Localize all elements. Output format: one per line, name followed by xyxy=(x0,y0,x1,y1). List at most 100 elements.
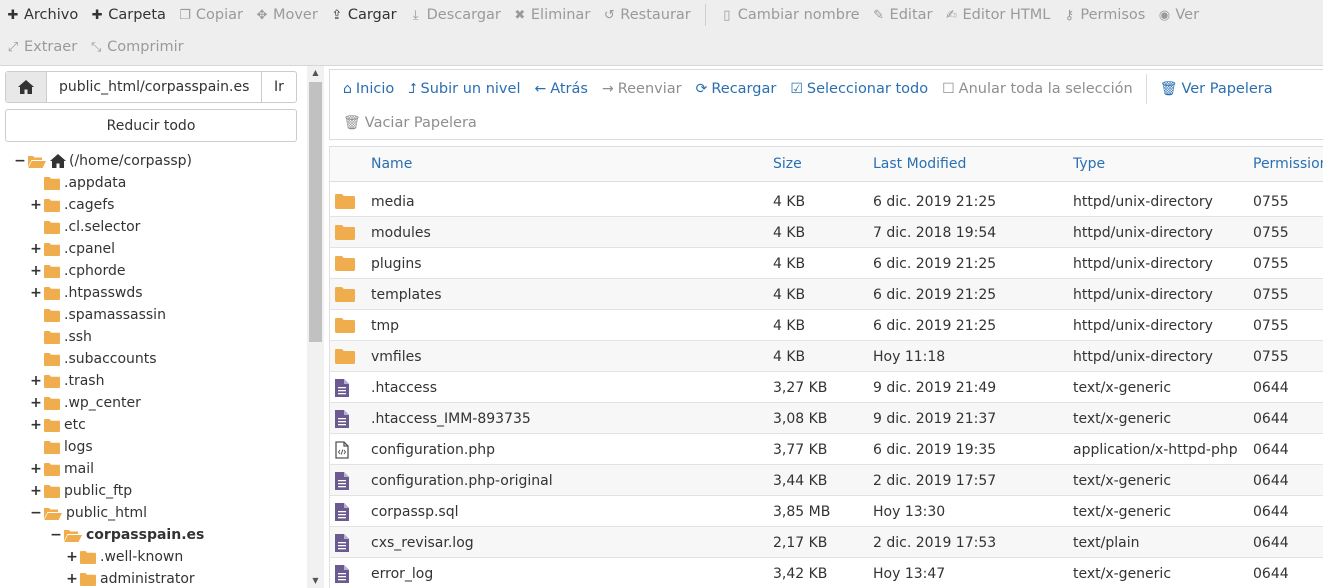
nav-button-anular-toda-la-selección[interactable]: ☐ Anular toda la selección xyxy=(935,76,1140,102)
cell-type: text/x-generic xyxy=(1073,503,1172,520)
tree-item[interactable]: + .cpanel xyxy=(30,238,115,260)
cell-modified: 9 dic. 2019 21:37 xyxy=(873,410,997,427)
nav-row-2: 🗑 Vaciar Papelera xyxy=(336,108,484,138)
toolbar-button-descargar[interactable]: ⤓ Descargar xyxy=(403,2,507,28)
toolbar-button-copiar[interactable]: ❐ Copiar xyxy=(172,2,249,28)
table-row[interactable]: plugins 4 KB 6 dic. 2019 21:25 httpd/unix-d… xyxy=(330,248,1323,279)
file-type-cell xyxy=(335,186,357,217)
toolbar-button-label: Editor HTML xyxy=(962,7,1051,23)
tree-item[interactable]: +logs xyxy=(30,436,93,458)
toolbar-button-editar[interactable]: ✎ Editar xyxy=(866,2,939,28)
expand-toggle-icon[interactable]: + xyxy=(30,197,42,213)
tree-scrollbar[interactable]: ▲ ▼ xyxy=(307,66,324,588)
toolbar-button-editor-html[interactable]: ✍ Editor HTML xyxy=(938,2,1056,28)
expand-toggle-icon[interactable]: + xyxy=(30,373,42,389)
toolbar-button-permisos[interactable]: ⚷ Permisos xyxy=(1056,2,1151,28)
nav-button-label: Vaciar Papelera xyxy=(364,115,477,131)
expand-toggle-icon[interactable]: + xyxy=(30,483,42,499)
expand-toggle-icon[interactable]: + xyxy=(66,549,78,565)
nav-button-seleccionar-todo[interactable]: ☑ Seleccionar todo xyxy=(783,76,935,102)
table-row[interactable]: .htaccess_IMM-893735 3,08 KB 9 dic. 2019 2… xyxy=(330,403,1323,434)
tree-item[interactable]: +.appdata xyxy=(30,172,126,194)
tree-item[interactable]: +.subaccounts xyxy=(30,348,157,370)
expand-toggle-icon[interactable]: + xyxy=(30,395,42,411)
tree-item[interactable]: + .htpasswds xyxy=(30,282,142,304)
tree-item[interactable]: + .cagefs xyxy=(30,194,114,216)
scrollbar-thumb[interactable] xyxy=(309,82,322,342)
scroll-down-arrow-icon[interactable]: ▼ xyxy=(307,574,324,588)
tree-item[interactable]: + etc xyxy=(30,414,86,436)
toolbar-button-restaurar[interactable]: ↺ Restaurar xyxy=(596,2,696,28)
table-row[interactable]: configuration.php-original 3,44 KB 2 dic. … xyxy=(330,465,1323,496)
path-home-button[interactable] xyxy=(6,72,47,102)
nav-button-recargar[interactable]: ⟳ Recargar xyxy=(689,76,784,102)
toolbar-button-comprimir[interactable]: ⤡ Comprimir xyxy=(83,34,189,60)
cell-perms: 0755 xyxy=(1253,224,1289,241)
toolbar-button-label: Copiar xyxy=(195,7,243,23)
toolbar-button-cambiar-nombre[interactable]: ▯ Cambiar nombre xyxy=(714,2,866,28)
folder-icon xyxy=(44,396,60,410)
toolbar-button-label: Eliminar xyxy=(530,7,591,23)
scroll-up-arrow-icon[interactable]: ▲ xyxy=(307,66,324,80)
nav-button-vaciar-papelera[interactable]: 🗑 Vaciar Papelera xyxy=(336,110,484,136)
table-row[interactable]: tmp 4 KB 6 dic. 2019 21:25 httpd/unix-direc… xyxy=(330,310,1323,341)
expand-toggle-icon[interactable]: + xyxy=(30,461,42,477)
expand-toggle-icon[interactable]: + xyxy=(66,571,78,587)
table-row[interactable]: vmfiles 4 KB Hoy 11:18 httpd/unix-directory… xyxy=(330,341,1323,372)
toolbar-button-archivo[interactable]: ✚ Archivo xyxy=(0,2,84,28)
collapse-toggle-icon[interactable]: − xyxy=(30,505,42,521)
collapse-toggle-icon[interactable]: − xyxy=(14,153,26,169)
tree-item[interactable]: + administrator xyxy=(66,568,195,588)
file-text-icon xyxy=(335,533,349,552)
cell-modified: Hoy 13:30 xyxy=(873,503,946,520)
table-row[interactable]: configuration.php 3,77 KB 6 dic. 2019 19:3… xyxy=(330,434,1323,465)
expand-toggle-icon[interactable]: + xyxy=(30,263,42,279)
toolbar-button-cargar[interactable]: ⇪ Cargar xyxy=(324,2,403,28)
collapse-toggle-icon[interactable]: − xyxy=(50,527,62,543)
tree-item[interactable]: + mail xyxy=(30,458,94,480)
table-row[interactable]: .htaccess 3,27 KB 9 dic. 2019 21:49 text/x-… xyxy=(330,372,1323,403)
tree-item[interactable]: + .wp_center xyxy=(30,392,141,414)
nav-button-atrás[interactable]: ← Atrás xyxy=(527,76,595,102)
tree-item[interactable]: − corpasspain.es xyxy=(50,524,204,546)
nav-button-ver-papelera[interactable]: 🗑 Ver Papelera xyxy=(1153,76,1280,102)
table-row[interactable]: cxs_revisar.log 2,17 KB 2 dic. 2019 17:53 t… xyxy=(330,527,1323,558)
toolbar-button-eliminar[interactable]: ✖ Eliminar xyxy=(507,2,596,28)
column-header-name[interactable]: Name xyxy=(371,147,412,181)
collapse-all-button[interactable]: Reducir todo xyxy=(5,109,297,142)
go-button[interactable]: Ir xyxy=(262,72,296,102)
tree-item[interactable]: − (/home/corpassp) xyxy=(14,150,192,172)
tree-item[interactable]: + public_ftp xyxy=(30,480,132,502)
column-header-type[interactable]: Type xyxy=(1073,147,1105,181)
cell-modified: 6 dic. 2019 21:25 xyxy=(873,317,997,334)
tree-item[interactable]: + .trash xyxy=(30,370,104,392)
nav-button-reenviar[interactable]: → Reenviar xyxy=(595,76,689,102)
path-input[interactable] xyxy=(47,72,262,102)
tree-item[interactable]: +.ssh xyxy=(30,326,92,348)
expand-toggle-icon[interactable]: + xyxy=(30,417,42,433)
toolbar-button-ver[interactable]: ◉ Ver xyxy=(1151,2,1205,28)
table-row[interactable]: modules 4 KB 7 dic. 2018 19:54 httpd/unix-d… xyxy=(330,217,1323,248)
expand-toggle-icon[interactable]: + xyxy=(30,241,42,257)
toolbar-button-mover[interactable]: ✥ Mover xyxy=(249,2,324,28)
column-header-size[interactable]: Size xyxy=(773,147,802,181)
column-header-permissions[interactable]: Permissions xyxy=(1253,147,1323,181)
toolbar-button-extraer[interactable]: ⤢ Extraer xyxy=(0,34,83,60)
table-row[interactable]: media 4 KB 6 dic. 2019 21:25 httpd/unix-dir… xyxy=(330,186,1323,217)
table-row[interactable]: templates 4 KB 6 dic. 2019 21:25 httpd/unix… xyxy=(330,279,1323,310)
tree-item[interactable]: + .cphorde xyxy=(30,260,125,282)
nav-button-inicio[interactable]: ⌂ Inicio xyxy=(336,76,401,102)
expand-toggle-icon[interactable]: + xyxy=(30,285,42,301)
tree-item[interactable]: − public_html xyxy=(30,502,147,524)
tree-item[interactable]: +.cl.selector xyxy=(30,216,140,238)
tree-item[interactable]: + .well-known xyxy=(66,546,183,568)
column-header-last-modified[interactable]: Last Modified xyxy=(873,147,966,181)
tree-item[interactable]: +.spamassassin xyxy=(30,304,166,326)
tree-item-label: .cl.selector xyxy=(64,219,141,235)
table-row[interactable]: corpassp.sql 3,85 MB Hoy 13:30 text/x-gener… xyxy=(330,496,1323,527)
table-row[interactable]: error_log 3,42 KB Hoy 13:47 text/x-generic 0… xyxy=(330,558,1323,588)
toolbar-button-carpeta[interactable]: ✚ Carpeta xyxy=(84,2,172,28)
nav-button-subir-un-nivel[interactable]: ⮥ Subir un nivel xyxy=(401,76,527,102)
toolbar-button-label: Extraer xyxy=(24,39,78,55)
cell-size: 3,08 KB xyxy=(773,410,828,427)
